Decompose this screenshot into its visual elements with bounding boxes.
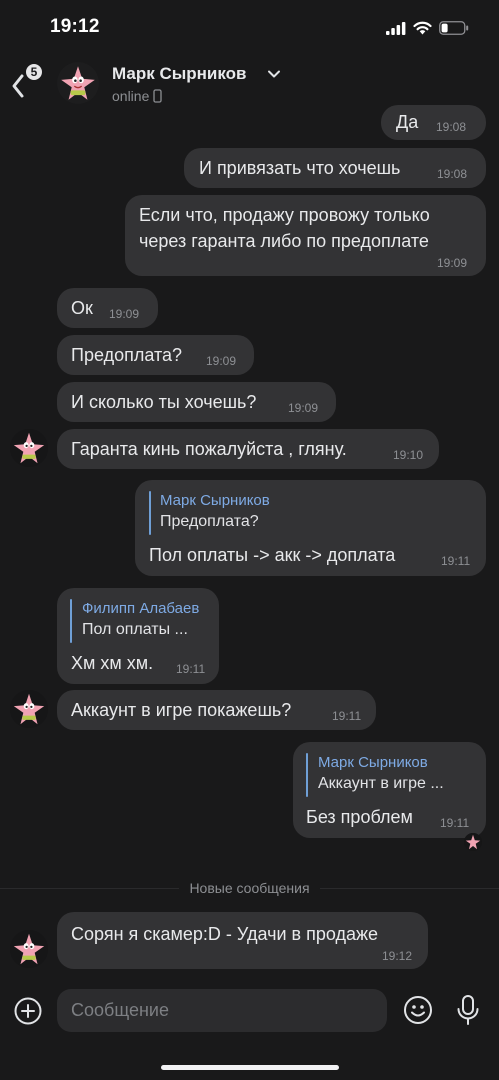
quote-text[interactable]: Пол оплаты ... <box>82 621 188 639</box>
message-text: И сколько ты хочешь? <box>71 392 257 412</box>
message-bubble-incoming[interactable]: И сколько ты хочешь? 19:09 <box>57 382 336 422</box>
add-icon[interactable] <box>13 996 43 1026</box>
battery-icon <box>439 21 469 35</box>
online-status-text: online <box>112 88 150 104</box>
contact-avatar-small[interactable] <box>10 690 48 728</box>
microphone-icon[interactable] <box>455 994 481 1026</box>
unread-count-badge: 5 <box>24 62 44 82</box>
contact-avatar[interactable] <box>57 62 99 104</box>
message-bubble-incoming[interactable]: Сорян я скамер:D - Удачи в продаже 19:12 <box>57 912 428 969</box>
message-text-line-2: через гаранта либо по предоплате <box>139 231 429 251</box>
message-text: Хм хм хм. <box>71 653 154 673</box>
message-text: Предоплата? <box>71 345 183 365</box>
message-time: 19:08 <box>437 167 468 181</box>
contact-avatar-small[interactable] <box>10 429 48 467</box>
message-time: 19:08 <box>436 120 467 134</box>
status-time: 19:12 <box>50 16 100 37</box>
message-time: 19:10 <box>393 448 424 462</box>
quote-author[interactable]: Филипп Алабаев <box>82 600 199 617</box>
message-time: 19:11 <box>332 709 362 723</box>
home-indicator[interactable] <box>161 1065 339 1070</box>
starfish-avatar-icon <box>10 429 48 467</box>
message-time: 19:11 <box>440 816 470 830</box>
message-text: Пол оплаты -> акк -> доплата <box>149 545 396 565</box>
message-bubble-incoming[interactable]: Гаранта кинь пожалуйста , гляну. 19:10 <box>57 429 439 469</box>
message-text: И привязать что хочешь <box>199 158 401 178</box>
emoji-icon[interactable] <box>402 994 434 1026</box>
message-bubble-incoming[interactable]: Предоплата? 19:09 <box>57 335 254 375</box>
chat-screen: 19:12 5 Марк Сырников online Да 19:08 И … <box>0 0 499 1080</box>
message-time: 19:11 <box>176 662 206 676</box>
message-text: Сорян я скамер:D - Удачи в продаже <box>71 924 379 944</box>
message-time: 19:11 <box>441 554 471 568</box>
message-time: 19:09 <box>109 307 140 321</box>
message-time: 19:09 <box>206 354 237 368</box>
contact-status: online <box>112 88 163 104</box>
read-receipt-avatar <box>464 833 482 851</box>
message-time: 19:09 <box>437 256 468 270</box>
new-messages-text: Новые сообщения <box>179 880 320 896</box>
message-bubble-outgoing[interactable]: Если что, продажу провожу только через г… <box>125 195 486 276</box>
starfish-avatar-icon <box>10 930 48 968</box>
quote-text[interactable]: Аккаунт в игре ... <box>318 775 444 793</box>
status-icons <box>386 18 469 38</box>
message-time: 19:09 <box>288 401 319 415</box>
message-time: 19:12 <box>382 949 413 963</box>
message-text: Аккаунт в игре покажешь? <box>71 700 292 720</box>
starfish-avatar-icon <box>10 690 48 728</box>
message-bubble-incoming[interactable]: Аккаунт в игре покажешь? 19:11 <box>57 690 376 730</box>
message-text-line-1: Если что, продажу провожу только <box>139 205 430 225</box>
message-text: Без проблем <box>306 807 413 827</box>
quote-author[interactable]: Марк Сырников <box>318 754 428 771</box>
contact-avatar-small[interactable] <box>10 930 48 968</box>
chevron-down-icon[interactable] <box>267 69 281 79</box>
quote-accent-line <box>306 753 308 797</box>
new-messages-label: Новые сообщения <box>0 880 499 896</box>
starfish-avatar-icon <box>57 62 99 104</box>
message-bubble-outgoing-reply[interactable]: Марк Сырников Предоплата? Пол оплаты -> … <box>135 480 486 576</box>
signal-icon <box>386 21 406 35</box>
message-text: Да <box>396 112 419 132</box>
message-text: Гаранта кинь пожалуйста , гляну. <box>71 439 347 459</box>
message-bubble-outgoing[interactable]: Да 19:08 <box>381 105 486 140</box>
message-input[interactable] <box>57 989 387 1032</box>
quote-accent-line <box>70 599 72 643</box>
quote-author[interactable]: Марк Сырников <box>160 492 270 509</box>
message-text: Ок <box>71 298 93 318</box>
quote-accent-line <box>149 491 151 535</box>
quote-text[interactable]: Предоплата? <box>160 513 259 531</box>
message-bubble-outgoing[interactable]: И привязать что хочешь 19:08 <box>184 148 486 188</box>
message-bubble-outgoing-reply[interactable]: Марк Сырников Аккаунт в игре ... Без про… <box>293 742 486 838</box>
back-button[interactable]: 5 <box>8 62 44 100</box>
message-bubble-incoming[interactable]: Ок 19:09 <box>57 288 158 328</box>
message-bubble-incoming-reply[interactable]: Филипп Алабаев Пол оплаты ... Хм хм хм. … <box>57 588 219 684</box>
wifi-icon <box>413 21 432 35</box>
message-input-container[interactable] <box>57 989 387 1032</box>
starfish-avatar-icon <box>464 833 482 851</box>
contact-name[interactable]: Марк Сырников <box>112 64 246 84</box>
phone-icon <box>153 89 163 103</box>
